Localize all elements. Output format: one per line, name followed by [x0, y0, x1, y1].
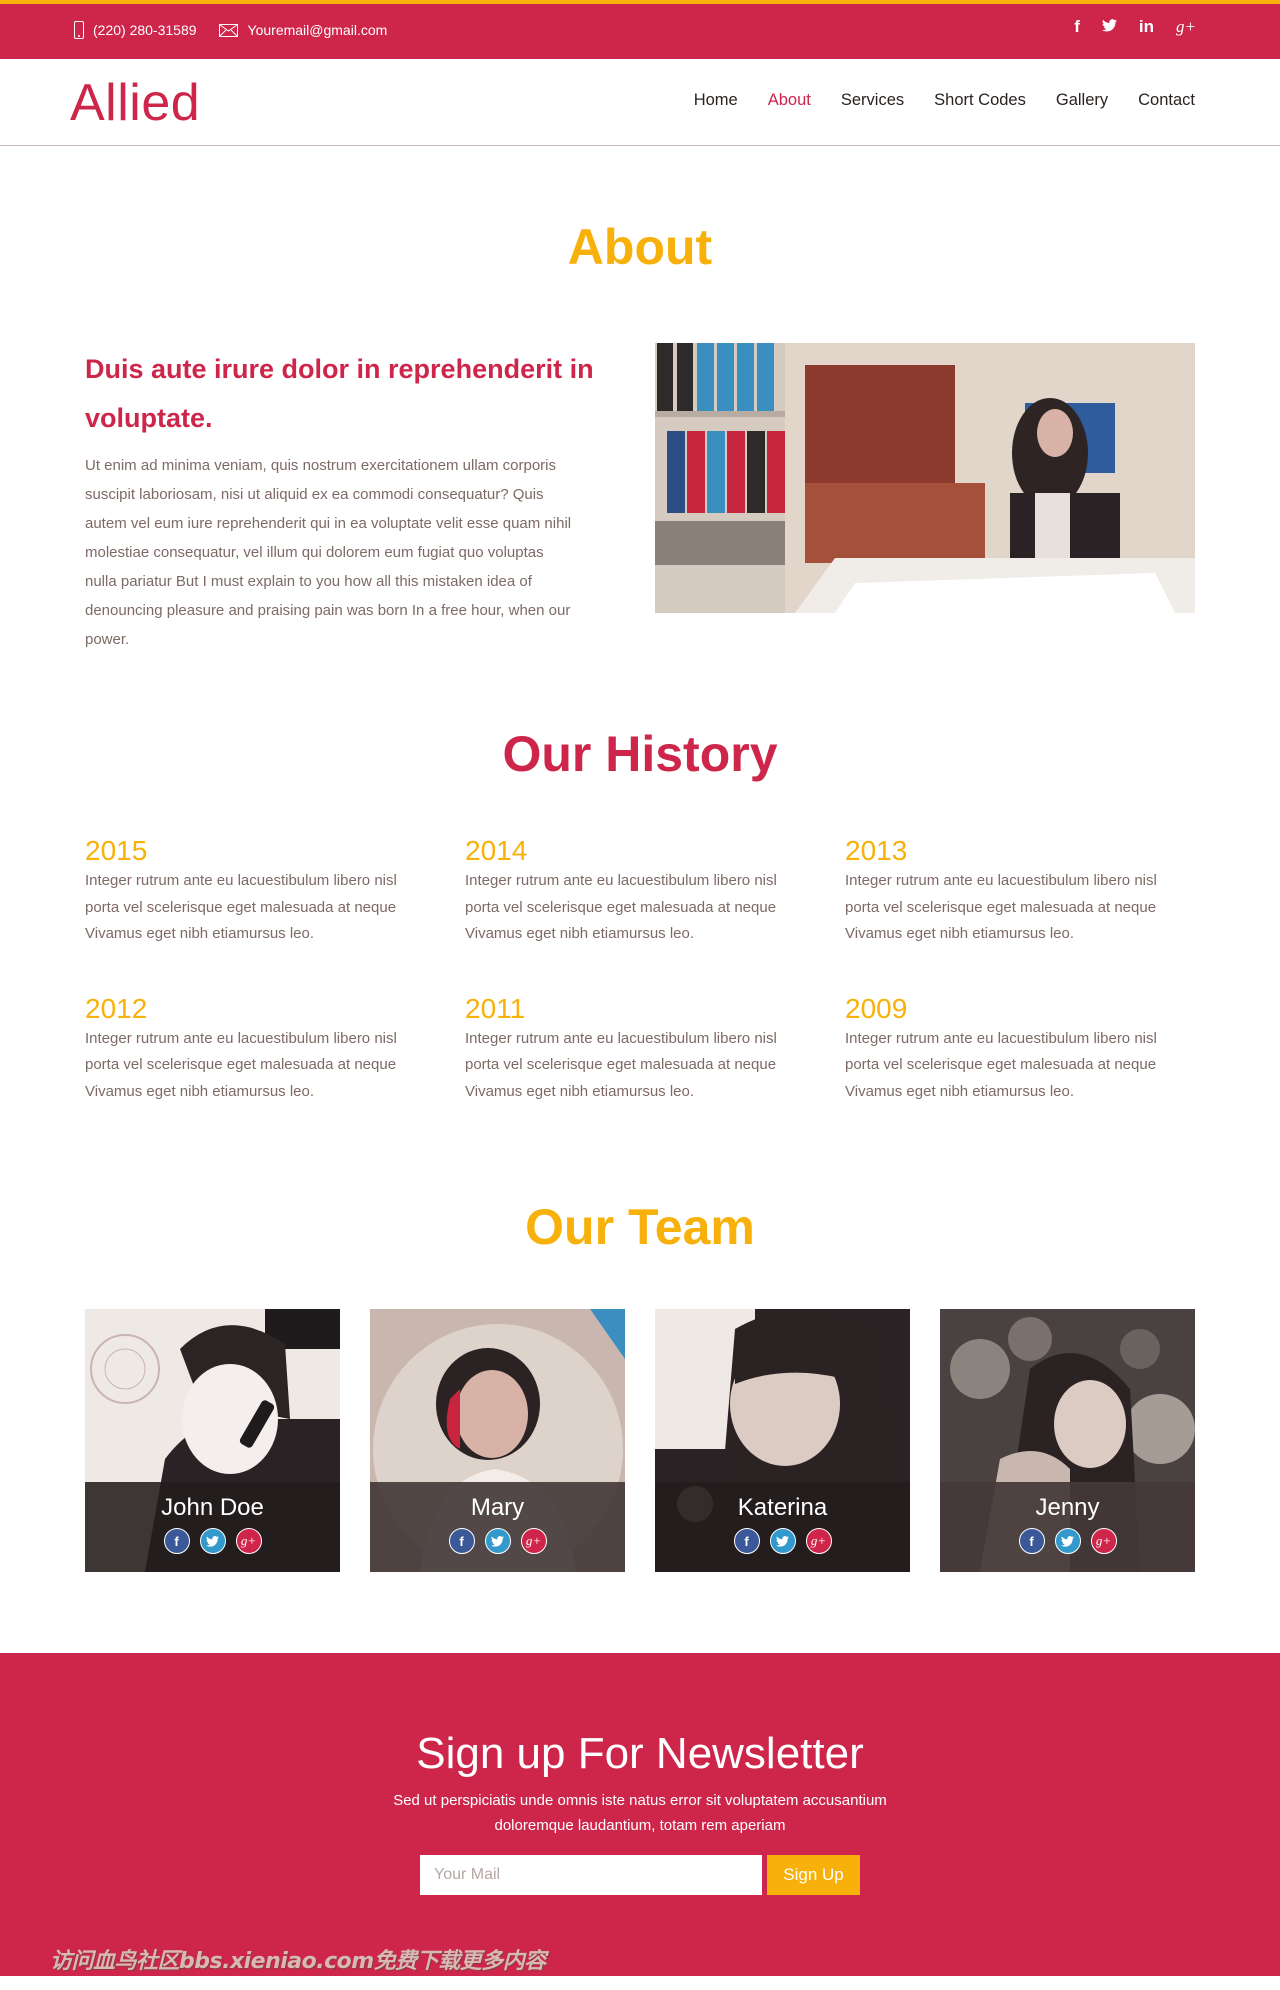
- history-description: Integer rutrum ante eu lacuestibulum lib…: [845, 872, 1157, 942]
- newsletter-email-input[interactable]: [420, 1855, 762, 1895]
- about-paragraph: Ut enim ad minima veniam, quis nostrum e…: [85, 457, 572, 648]
- history-year: 2015: [85, 835, 148, 866]
- team-card-overlay: John Doe f g+: [85, 1482, 340, 1572]
- history-item: 2012 Integer rutrum ante eu lacuestibulu…: [85, 992, 465, 1106]
- email-item[interactable]: Youremail@gmail.com: [218, 22, 388, 38]
- history-item: 2013 Integer rutrum ante eu lacuestibulu…: [845, 834, 1195, 948]
- phone-number: (220) 280-31589: [93, 22, 197, 38]
- main-navbar: Allied Home About Services Short Codes G…: [0, 59, 1280, 146]
- phone-item: (220) 280-31589: [74, 21, 197, 39]
- google-plus-icon[interactable]: g+: [1090, 1528, 1117, 1554]
- newsletter-title: Sign up For Newsletter: [416, 1729, 864, 1778]
- history-grid: 2015 Integer rutrum ante eu lacuestibulu…: [85, 834, 1195, 1105]
- history-description: Integer rutrum ante eu lacuestibulum lib…: [465, 1029, 777, 1100]
- newsletter-description: Sed ut perspiciatis unde omnis iste natu…: [393, 1792, 887, 1834]
- facebook-icon[interactable]: f: [733, 1528, 760, 1554]
- team-card-overlay: Jenny f g+: [940, 1482, 1195, 1572]
- nav-item-short-codes[interactable]: Short Codes: [934, 91, 1026, 110]
- history-section-title: Our History: [502, 726, 778, 782]
- google-plus-icon[interactable]: g+: [520, 1528, 547, 1554]
- nav-item-gallery[interactable]: Gallery: [1056, 91, 1108, 110]
- team-member-name: Katerina: [737, 1494, 828, 1521]
- facebook-icon[interactable]: f: [1018, 1528, 1045, 1554]
- facebook-icon[interactable]: f: [163, 1528, 190, 1554]
- team-card[interactable]: Mary f g+: [370, 1309, 625, 1572]
- twitter-icon[interactable]: [769, 1528, 796, 1554]
- team-member-social: f g+: [370, 1528, 625, 1554]
- history-item: 2011 Integer rutrum ante eu lacuestibulu…: [465, 992, 845, 1106]
- twitter-icon[interactable]: [1101, 17, 1117, 37]
- history-description: Integer rutrum ante eu lacuestibulum lib…: [85, 872, 397, 942]
- twitter-icon[interactable]: [1054, 1528, 1081, 1554]
- newsletter-section: Sign up For Newsletter Sed ut perspiciat…: [0, 1653, 1280, 1976]
- team-card[interactable]: John Doe f g+: [85, 1309, 340, 1572]
- nav-item-contact[interactable]: Contact: [1138, 91, 1195, 110]
- team-card[interactable]: Katerina f g+: [655, 1309, 910, 1572]
- history-description: Integer rutrum ante eu lacuestibulum lib…: [85, 1029, 397, 1100]
- history-description: Integer rutrum ante eu lacuestibulum lib…: [465, 872, 777, 942]
- twitter-icon[interactable]: [199, 1528, 226, 1554]
- team-section-title: Our Team: [525, 1199, 755, 1255]
- nav-item-services[interactable]: Services: [841, 91, 904, 110]
- team-member-name: John Doe: [161, 1494, 264, 1521]
- history-year: 2012: [85, 992, 148, 1024]
- history-item: 2015 Integer rutrum ante eu lacuestibulu…: [85, 834, 465, 948]
- about-heading: Duis aute irure dolor in reprehenderit i…: [85, 354, 594, 433]
- site-logo[interactable]: Allied: [70, 73, 200, 133]
- team-member-social: f g+: [85, 1528, 340, 1554]
- team-member-name: Mary: [470, 1494, 525, 1521]
- history-year: 2009: [845, 992, 908, 1024]
- facebook-icon[interactable]: f: [448, 1528, 475, 1554]
- main-menu: Home About Services Short Codes Gallery …: [664, 91, 1195, 110]
- team-card-overlay: Mary f g+: [370, 1482, 625, 1572]
- history-description: Integer rutrum ante eu lacuestibulum lib…: [845, 1029, 1157, 1100]
- history-year: 2014: [465, 835, 528, 866]
- google-plus-icon[interactable]: g+: [805, 1528, 832, 1554]
- office-woman-reading-photo: [655, 343, 1195, 613]
- top-bar: (220) 280-31589 Youremail@gmail.com f in…: [0, 0, 1280, 59]
- linkedin-icon[interactable]: in: [1139, 17, 1154, 37]
- history-item: 2014 Integer rutrum ante eu lacuestibulu…: [465, 834, 845, 948]
- team-card-overlay: Katerina f g+: [655, 1482, 910, 1572]
- about-photo-illustration: [655, 343, 1195, 613]
- sign-up-button[interactable]: Sign Up: [767, 1855, 860, 1895]
- nav-item-about[interactable]: About: [768, 91, 811, 110]
- twitter-icon[interactable]: [484, 1528, 511, 1554]
- google-plus-icon[interactable]: g+: [235, 1528, 262, 1554]
- team-grid: John Doe f g+ Mary f g+ Katerina f g+ Je…: [85, 1309, 1195, 1572]
- history-item: 2009 Integer rutrum ante eu lacuestibulu…: [845, 992, 1195, 1106]
- facebook-icon[interactable]: f: [1074, 17, 1080, 37]
- team-member-social: f g+: [655, 1528, 910, 1554]
- nav-item-home[interactable]: Home: [694, 91, 738, 110]
- watermark-text: 访问血鸟社区bbs.xieniao.com免费下载更多内容: [50, 1949, 546, 1974]
- about-section-title: About: [567, 219, 713, 275]
- history-year: 2011: [465, 992, 526, 1024]
- social-links: f in g+: [1052, 17, 1196, 37]
- team-member-social: f g+: [940, 1528, 1195, 1554]
- envelope-icon: [218, 23, 238, 37]
- team-member-name: Jenny: [1035, 1494, 1100, 1521]
- newsletter-form: Sign Up: [420, 1855, 860, 1895]
- contact-info: (220) 280-31589 Youremail@gmail.com: [74, 21, 409, 39]
- mobile-phone-icon: [74, 21, 84, 39]
- history-year: 2013: [845, 835, 908, 866]
- email-address[interactable]: Youremail@gmail.com: [248, 22, 388, 38]
- team-card[interactable]: Jenny f g+: [940, 1309, 1195, 1572]
- google-plus-icon[interactable]: g+: [1176, 17, 1196, 37]
